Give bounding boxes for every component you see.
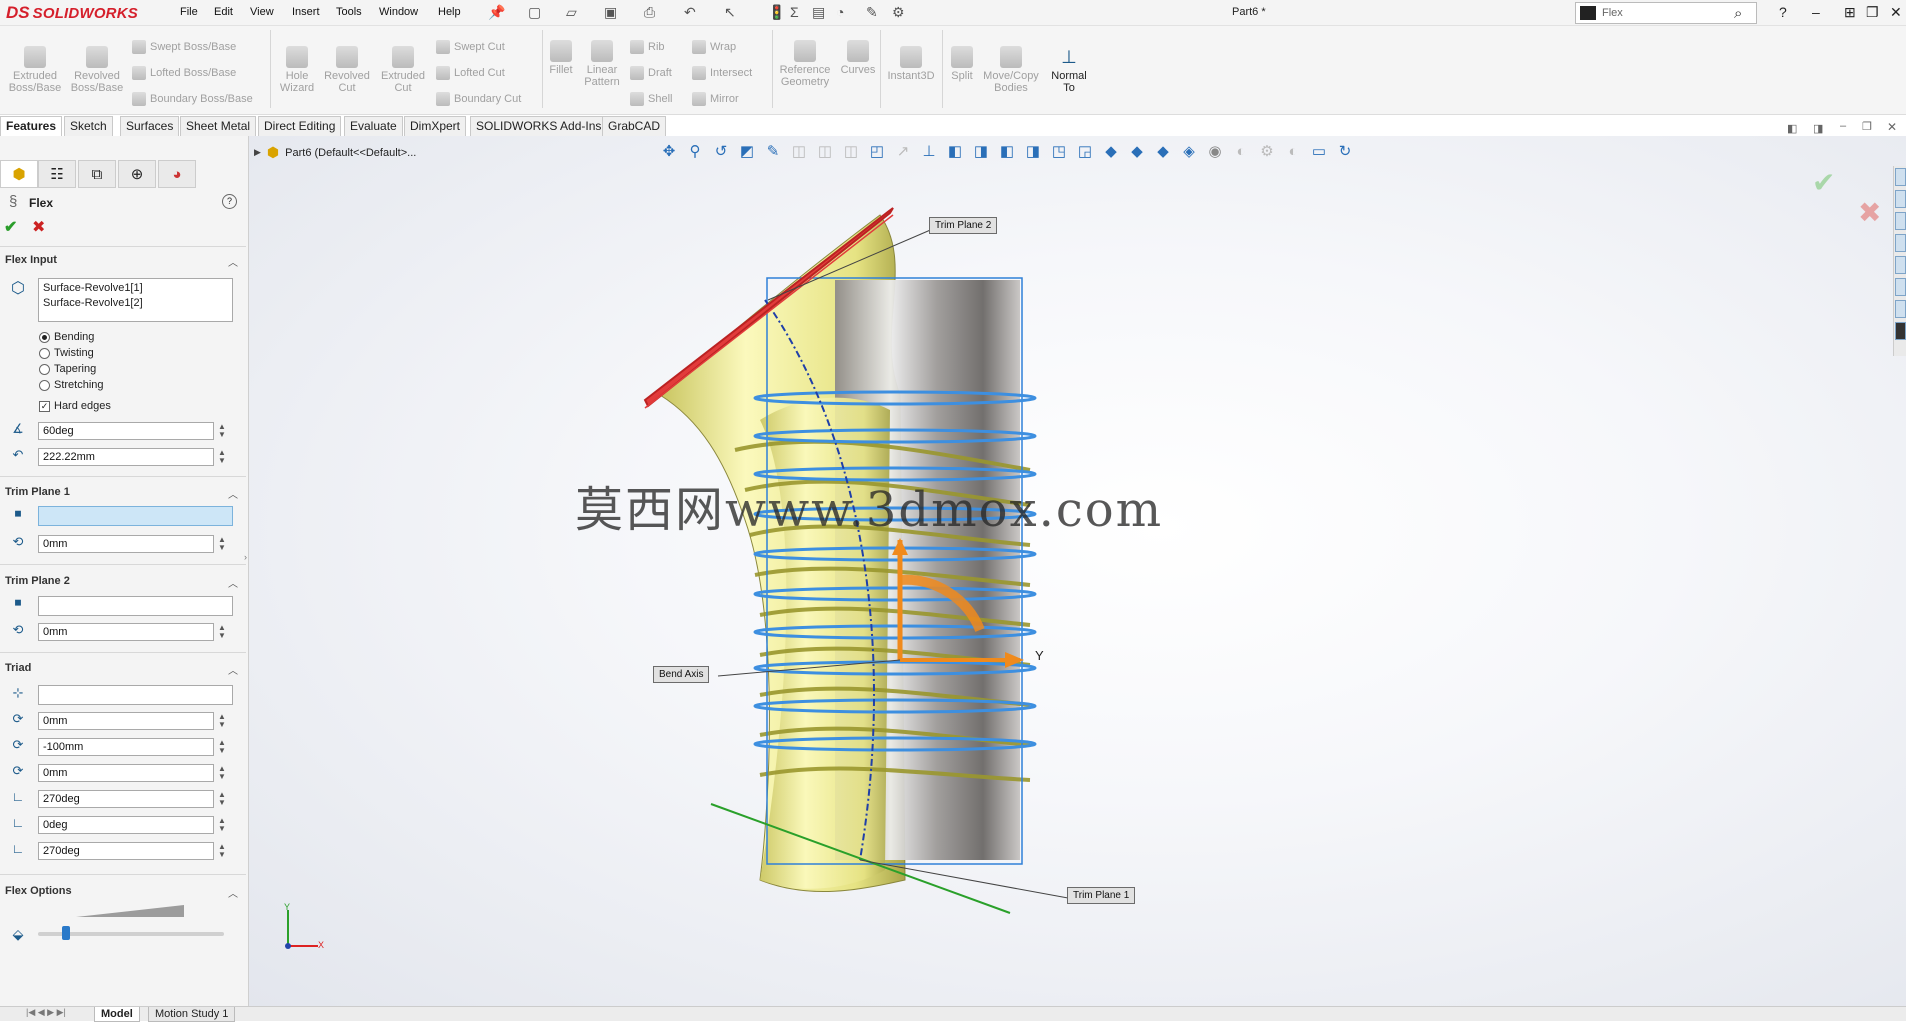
watermark-text: 莫西网www.3dmox.com (575, 482, 1164, 538)
trim-plane-1-callout[interactable]: Trim Plane 1 (1067, 887, 1136, 904)
axis-y-label: Y (284, 902, 291, 912)
axis-triad-indicator (285, 910, 318, 949)
tab-scroll-arrows-icon[interactable]: |◀ ◀ ▶ ▶| (26, 1007, 66, 1018)
triad-y-label: Y (1035, 648, 1044, 663)
trim-plane-2-callout[interactable]: Trim Plane 2 (929, 217, 998, 234)
bend-axis-callout[interactable]: Bend Axis (653, 666, 710, 683)
bottom-tab-bar: |◀ ◀ ▶ ▶| Model Motion Study 1 (0, 1006, 1906, 1022)
axis-x-label: X (318, 940, 325, 950)
